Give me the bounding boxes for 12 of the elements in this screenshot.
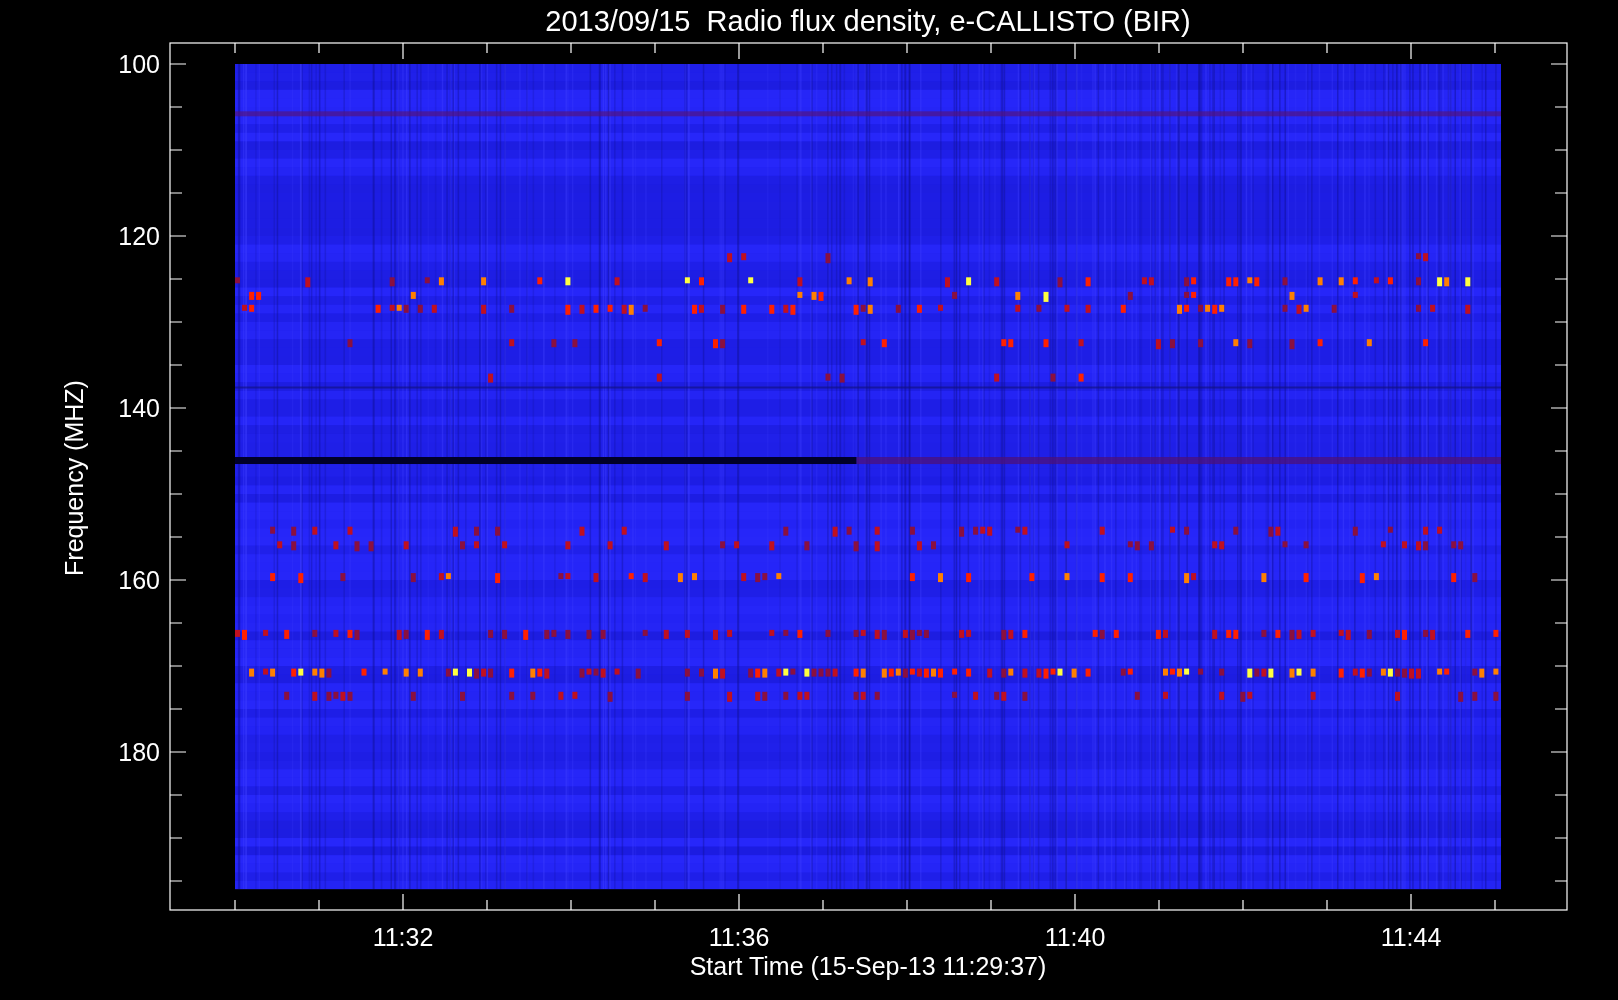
tick-label: 160	[118, 566, 160, 594]
tick-label: 11:40	[1044, 923, 1106, 951]
tick-label: 120	[118, 222, 160, 250]
tick-label: 140	[118, 394, 160, 422]
tick-label: 11:36	[708, 923, 770, 951]
tick-label: 180	[118, 738, 160, 766]
plot-title: 2013/09/15 Radio flux density, e-CALLISTO (BIR)	[545, 5, 1191, 37]
tick-label: 11:32	[372, 923, 434, 951]
tick-label: 100	[118, 50, 160, 78]
axis-label: Start Time (15-Sep-13 11:29:37)	[689, 952, 1047, 980]
axis-label: Frequency (MHZ)	[60, 380, 88, 576]
tick-label: 11:44	[1380, 923, 1442, 951]
